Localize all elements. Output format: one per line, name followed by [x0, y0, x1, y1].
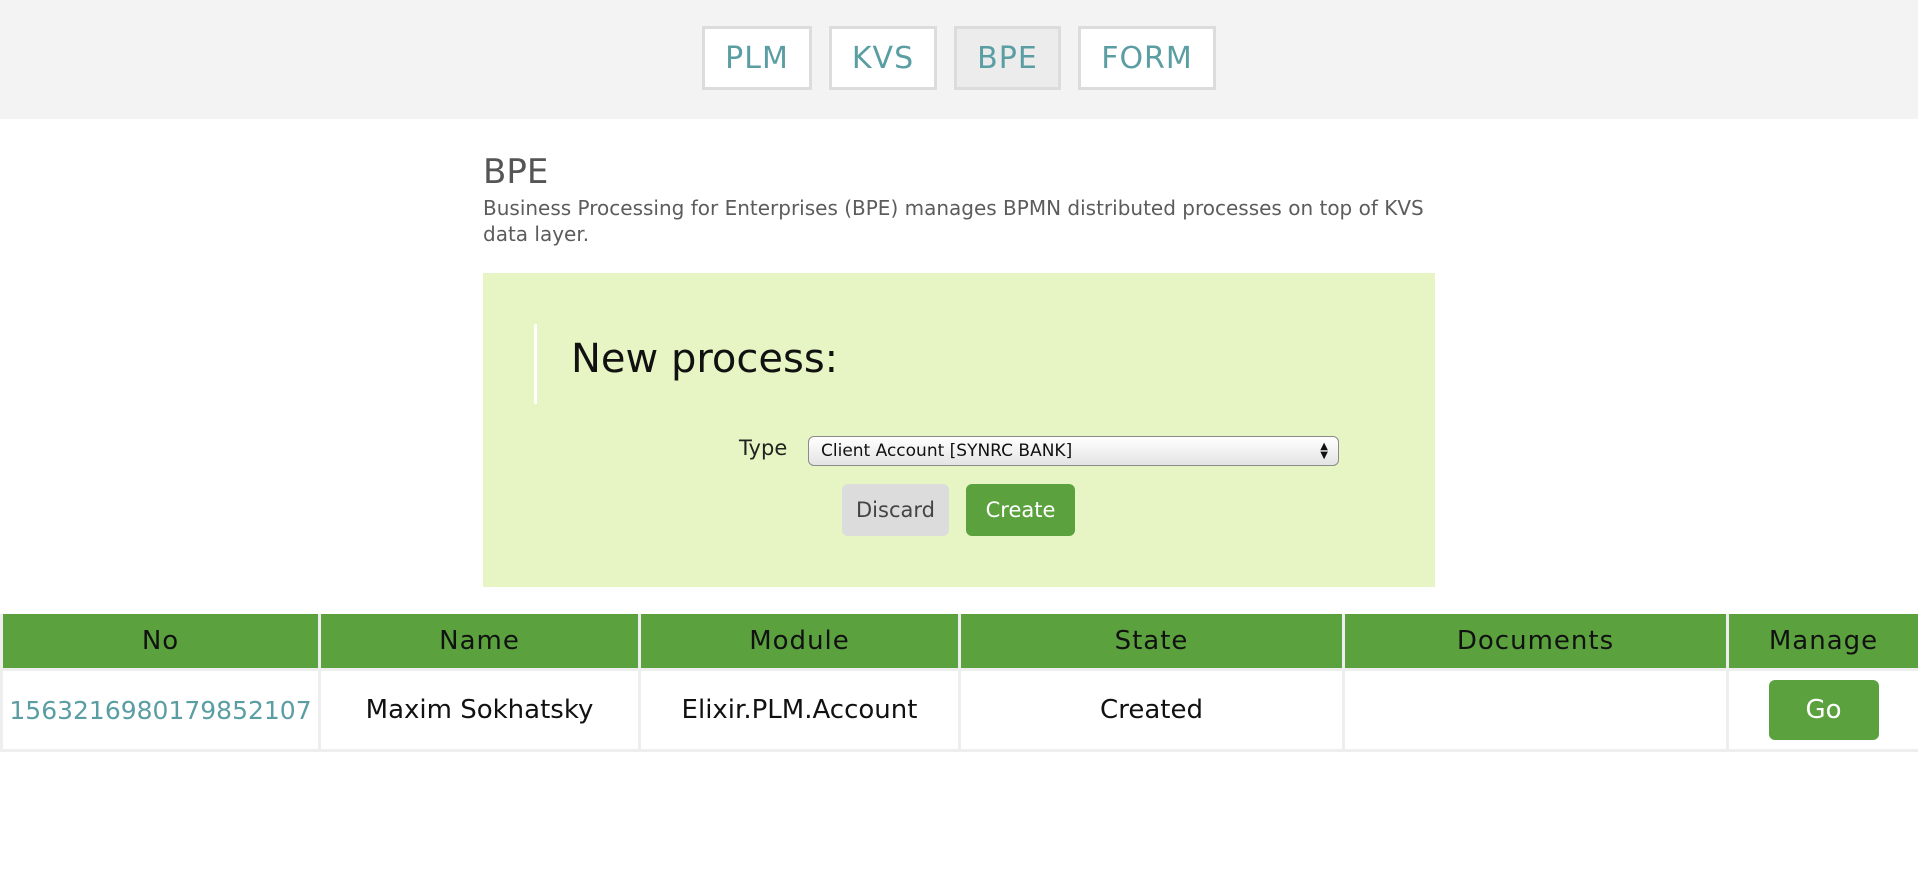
process-name-cell: Maxim Sokhatsky — [318, 668, 641, 752]
nav-tab-plm[interactable]: PLM — [702, 26, 812, 90]
process-manage-cell: Go — [1726, 668, 1918, 752]
new-process-heading: New process: — [571, 336, 839, 382]
process-number-link[interactable]: 1563216980179852107 — [0, 668, 321, 752]
chevron-up-down-icon: ▲ ▼ — [1320, 441, 1328, 461]
column-header-state: State — [958, 614, 1345, 671]
process-table: No Name Module State Documents Manage 15… — [0, 614, 1918, 752]
column-header-manage: Manage — [1726, 614, 1918, 671]
process-module-cell: Elixir.PLM.Account — [638, 668, 961, 752]
nav-tab-form[interactable]: FORM — [1078, 26, 1216, 90]
column-header-no: No — [0, 614, 321, 671]
process-state-cell: Created — [958, 668, 1345, 752]
column-header-name: Name — [318, 614, 641, 671]
process-documents-cell — [1342, 668, 1729, 752]
type-select-value: Client Account [SYNRC BANK] — [821, 441, 1073, 461]
page-description: Business Processing for Enterprises (BPE… — [483, 196, 1424, 246]
go-button[interactable]: Go — [1768, 680, 1879, 740]
discard-button[interactable]: Discard — [842, 484, 949, 536]
top-navigation-bar: PLM KVS BPE FORM — [0, 0, 1918, 119]
column-header-documents: Documents — [1342, 614, 1729, 671]
table-row: 1563216980179852107 Maxim Sokhatsky Elix… — [0, 668, 1918, 752]
heading-accent-bar — [534, 324, 537, 404]
page-title: BPE — [483, 152, 549, 192]
column-header-module: Module — [638, 614, 961, 671]
type-select[interactable]: Client Account [SYNRC BANK] ▲ ▼ — [808, 436, 1339, 466]
table-header-row: No Name Module State Documents Manage — [0, 614, 1918, 671]
nav-tab-kvs[interactable]: KVS — [829, 26, 937, 90]
new-process-panel: New process: Type Client Account [SYNRC … — [483, 273, 1435, 587]
nav-tab-bpe[interactable]: BPE — [954, 26, 1061, 90]
create-button[interactable]: Create — [966, 484, 1075, 536]
type-label: Type — [739, 436, 788, 460]
